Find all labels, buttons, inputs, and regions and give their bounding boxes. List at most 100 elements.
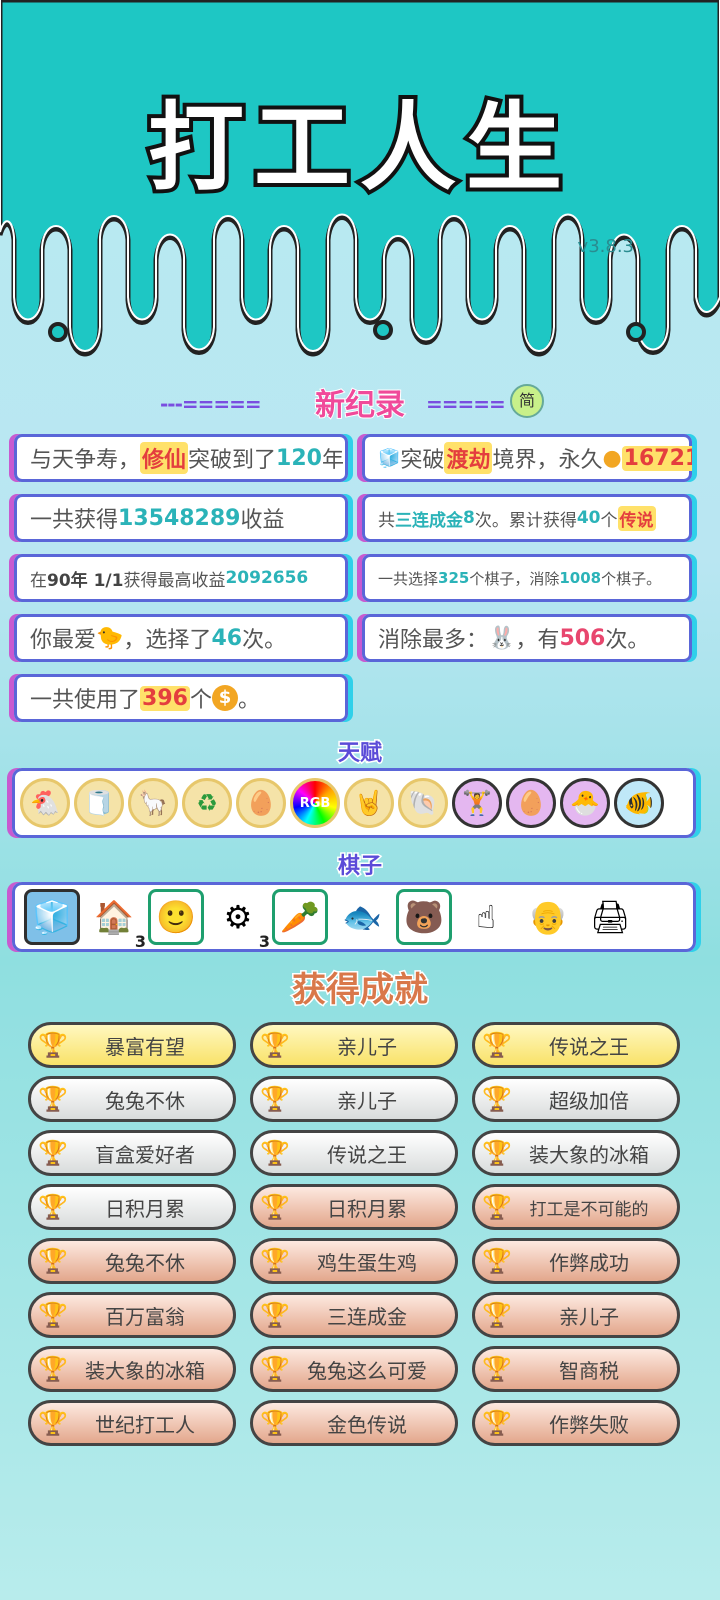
trophy-icon: 🏆 — [38, 1085, 68, 1113]
achievement-badge[interactable]: 🏆 兔兔不休 — [28, 1076, 236, 1122]
achievement-badge[interactable]: 🏆 超级加倍 — [472, 1076, 680, 1122]
bear-king-icon[interactable]: 🐻 — [396, 889, 452, 945]
achievement-badge[interactable]: 🏆 装大象的冰箱 — [28, 1346, 236, 1392]
achievement-label: 智商税 — [559, 1358, 619, 1383]
trophy-icon: 🏆 — [260, 1409, 290, 1437]
achievement-badge[interactable]: 🏆 亲儿子 — [250, 1076, 458, 1122]
fridge-icon[interactable]: 🧊 — [24, 889, 80, 945]
achievement-badge[interactable]: 🏆 打工是不可能的 — [472, 1184, 680, 1230]
achievement-badge[interactable]: 🏆 传说之王 — [250, 1130, 458, 1176]
trophy-icon: 🏆 — [260, 1193, 290, 1221]
achievement-badge[interactable]: 🏆 日积月累 — [28, 1184, 236, 1230]
version-label: v3.8.3 — [577, 236, 634, 257]
achievement-label: 世纪打工人 — [95, 1412, 195, 1437]
record-favorite: 你最爱 🐤 ，选择了 46 次。 — [14, 614, 348, 662]
egg-icon[interactable]: 🥚 — [506, 778, 556, 828]
achievement-label: 鸡生蛋生鸡 — [317, 1250, 417, 1275]
achievement-badge[interactable]: 🏆 亲儿子 — [250, 1022, 458, 1068]
recycle-icon[interactable]: ♻ — [182, 778, 232, 828]
achievement-badge[interactable]: 🏆 亲儿子 — [472, 1292, 680, 1338]
achievement-badge[interactable]: 🏆 兔兔不休 — [28, 1238, 236, 1284]
trophy-icon: 🏆 — [482, 1193, 512, 1221]
achievement-label: 打工是不可能的 — [529, 1199, 649, 1220]
rabbit-house-icon[interactable]: 🏠 3 — [86, 889, 146, 951]
pieces-section-title: 棋子 — [336, 853, 383, 881]
trophy-icon: 🏆 — [38, 1193, 68, 1221]
achievement-badge[interactable]: 🏆 鸡生蛋生鸡 — [250, 1238, 458, 1284]
achievement-badge[interactable]: 🏆 三连成金 — [250, 1292, 458, 1338]
tissue-box-icon[interactable]: 🧻 — [74, 778, 124, 828]
trophy-icon: 🏆 — [260, 1301, 290, 1329]
achievement-badge[interactable]: 🏆 智商税 — [472, 1346, 680, 1392]
achievement-label: 兔兔不休 — [105, 1250, 185, 1275]
trophy-icon: 🏆 — [482, 1247, 512, 1275]
trophy-icon: 🏆 — [260, 1355, 290, 1383]
app-title: 打工人生 — [144, 88, 572, 208]
achievement-label: 盲盒爱好者 — [95, 1142, 195, 1167]
achievement-label: 日积月累 — [105, 1196, 185, 1221]
new-record-header: ---===== 新纪录 ===== — [0, 378, 720, 424]
achievement-label: 日积月累 — [327, 1196, 407, 1221]
chicks-icon[interactable]: 🐣 — [560, 778, 610, 828]
fish-tank-icon[interactable]: 🐠 — [614, 778, 664, 828]
achievement-label: 亲儿子 — [559, 1304, 619, 1329]
pointing-hand-icon[interactable]: ☝ — [458, 889, 514, 945]
trophy-icon: 🏆 — [38, 1301, 68, 1329]
trophy-icon: 🏆 — [38, 1031, 68, 1059]
achievement-label: 作弊失败 — [549, 1412, 629, 1437]
trophy-icon: 🏆 — [38, 1355, 68, 1383]
language-toggle-button[interactable]: 简 — [510, 384, 544, 418]
smiley-icon[interactable]: 🙂 — [148, 889, 204, 945]
achievement-badge[interactable]: 🏆 传说之王 — [472, 1022, 680, 1068]
achievement-label: 百万富翁 — [105, 1304, 185, 1329]
achievement-badge[interactable]: 🏆 金色传说 — [250, 1400, 458, 1446]
achievements-title: 获得成就 — [291, 969, 430, 1012]
record-coins-used: 一共使用了 396 个 $。 — [14, 674, 348, 722]
pieces-strip: 🧊 🏠 3 🙂 ⚙ 3 🥕 🐟 🐻 ☝ 👴 🖨 — [12, 882, 696, 952]
achievement-badge[interactable]: 🏆 世纪打工人 — [28, 1400, 236, 1446]
achievement-badge[interactable]: 🏆 百万富翁 — [28, 1292, 236, 1338]
trophy-icon: 🏆 — [482, 1085, 512, 1113]
record-highest-income: 在 90年 1/1 获得最高收益 2092656 — [14, 554, 348, 602]
right-dash: ===== — [426, 392, 506, 416]
chicken-talent-icon[interactable]: 🐔 — [20, 778, 70, 828]
trophy-icon: 🏆 — [482, 1139, 512, 1167]
talent-strip: 🐔 🧻 🦙 ♻ 🥚 RGB 🤘 🐚 🏋 🥚 🐣 🐠 — [12, 768, 696, 838]
fan-icon[interactable]: ⚙ 3 — [210, 889, 270, 951]
trophy-icon: 🏆 — [482, 1355, 512, 1383]
record-pieces-chosen: 一共选择 325 个棋子，消除 1008 个棋子。 — [362, 554, 692, 602]
fish-icon[interactable]: 🐟 — [334, 889, 390, 945]
trophy-icon: 🏆 — [482, 1031, 512, 1059]
achievement-badge[interactable]: 🏆 作弊失败 — [472, 1400, 680, 1446]
header: 打工人生 v3.8.3 — [0, 0, 720, 380]
rock-hand-icon[interactable]: 🤘 — [344, 778, 394, 828]
achievement-label: 三连成金 — [327, 1304, 407, 1329]
achievement-badge[interactable]: 🏆 盲盒爱好者 — [28, 1130, 236, 1176]
achievement-badge[interactable]: 🏆 日积月累 — [250, 1184, 458, 1230]
alpaca-icon[interactable]: 🦙 — [128, 778, 178, 828]
achievement-badge[interactable]: 🏆 作弊成功 — [472, 1238, 680, 1284]
new-record-label: 新纪录 — [314, 387, 406, 424]
grandpa-icon[interactable]: 👴 — [520, 889, 576, 945]
dumbbell-icon[interactable]: 🏋 — [452, 778, 502, 828]
trophy-icon: 🏆 — [38, 1139, 68, 1167]
trophy-icon: 🏆 — [38, 1247, 68, 1275]
fridge-icon: 🧊 — [378, 447, 401, 469]
printer-icon[interactable]: 🖨 — [582, 889, 638, 945]
achievement-badge[interactable]: 🏆 装大象的冰箱 — [472, 1130, 680, 1176]
achievement-label: 传说之王 — [327, 1142, 407, 1167]
trophy-icon: 🏆 — [260, 1247, 290, 1275]
egg-tray-icon[interactable]: 🥚 — [236, 778, 286, 828]
achievement-badge[interactable]: 🏆 暴富有望 — [28, 1022, 236, 1068]
achievement-label: 亲儿子 — [337, 1034, 397, 1059]
record-tribulation: 🧊突破渡劫境界，永久●167218 — [362, 434, 692, 482]
rgb-icon[interactable]: RGB — [290, 778, 340, 828]
talent-section-title: 天赋 — [336, 740, 383, 768]
achievement-badge[interactable]: 🏆 兔兔这么可爱 — [250, 1346, 458, 1392]
carrot-icon[interactable]: 🥕 — [272, 889, 328, 945]
chick-icon: 🐤 — [96, 625, 124, 651]
record-total-income: 一共获得 13548289 收益 — [14, 494, 348, 542]
trophy-icon: 🏆 — [260, 1085, 290, 1113]
shell-icon[interactable]: 🐚 — [398, 778, 448, 828]
achievement-label: 兔兔不休 — [105, 1088, 185, 1113]
